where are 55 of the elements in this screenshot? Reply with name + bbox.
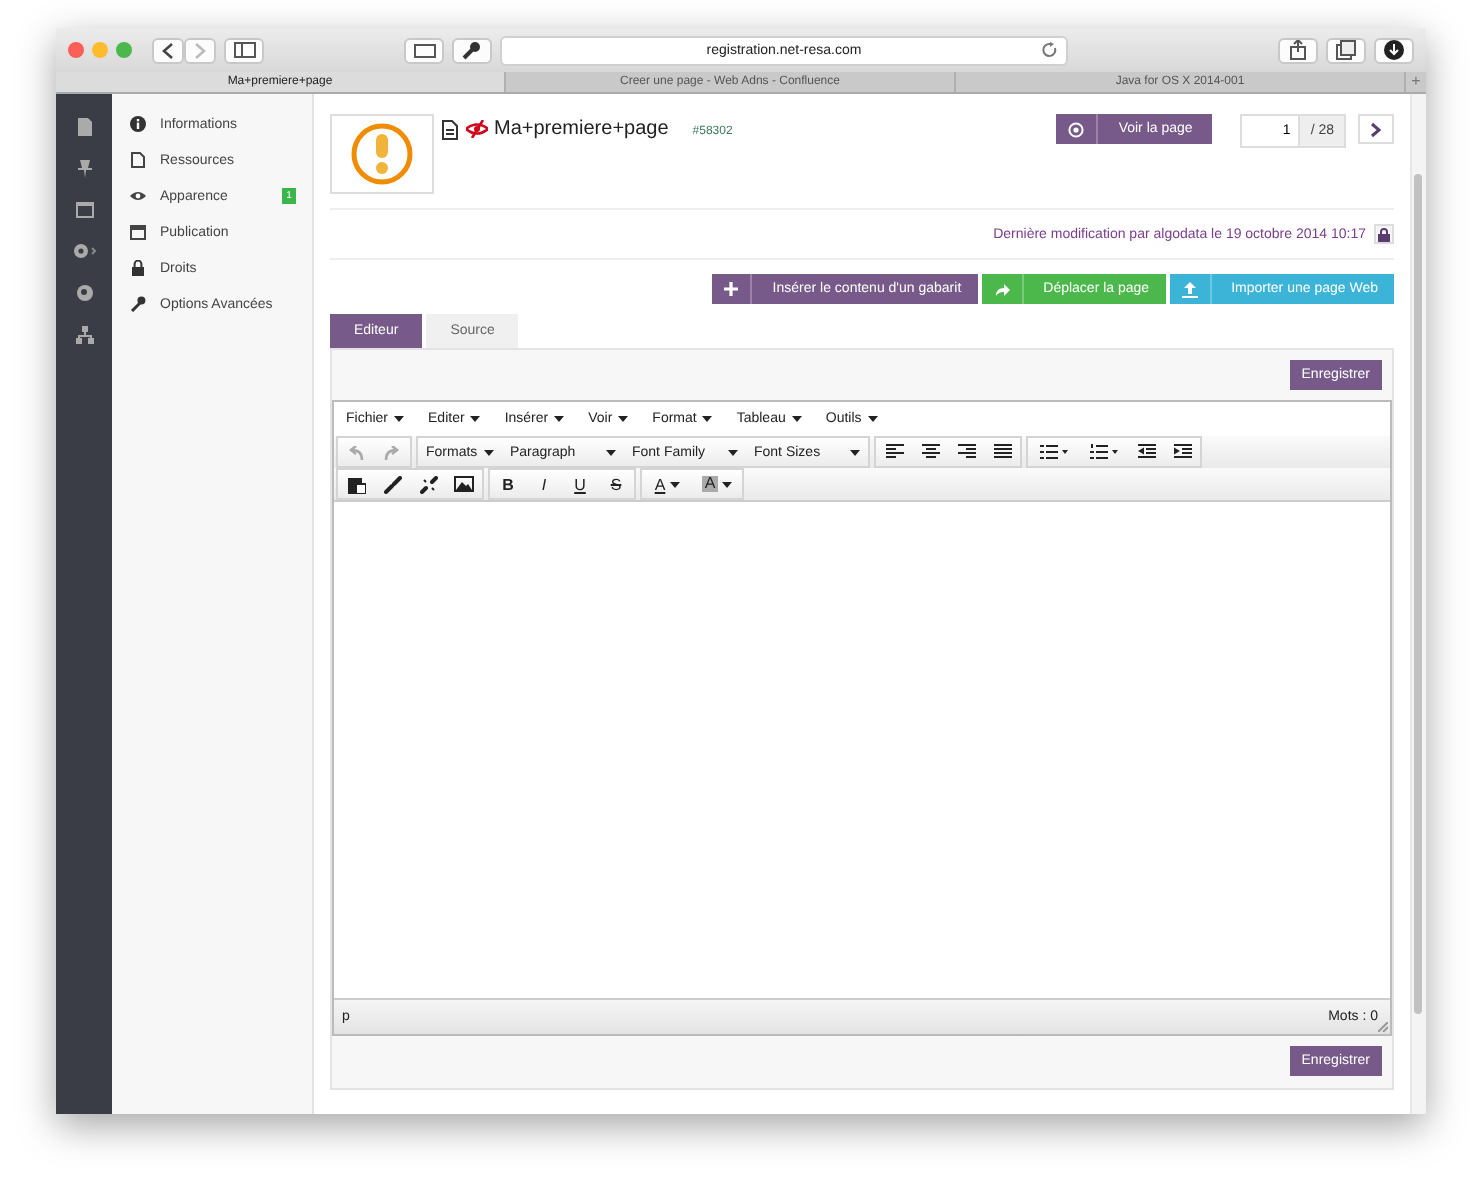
plus-icon <box>724 282 739 296</box>
pin-icon[interactable] <box>77 160 91 178</box>
sitemap-icon[interactable] <box>75 326 93 344</box>
info-icon <box>130 116 146 132</box>
warning-icon <box>350 122 414 186</box>
chevron-right-icon <box>192 41 208 59</box>
text-color-button[interactable]: A <box>642 470 692 498</box>
gear-icon[interactable] <box>72 242 96 260</box>
tabs-icon[interactable] <box>1326 37 1366 63</box>
caret-icon <box>702 416 713 422</box>
lock-icon <box>1378 227 1390 241</box>
wrench-icon[interactable] <box>452 37 492 63</box>
next-page-button[interactable] <box>1358 114 1394 144</box>
italic-button[interactable]: I <box>526 470 562 498</box>
eye-icon <box>130 188 146 204</box>
back-button[interactable] <box>152 37 184 63</box>
resize-handle[interactable] <box>1378 1022 1388 1032</box>
chevron-right-icon <box>1370 121 1382 137</box>
keyboard-icon[interactable] <box>404 37 444 63</box>
document-icon <box>442 120 458 140</box>
upload-icon <box>1181 281 1198 297</box>
document-icon[interactable] <box>77 118 91 136</box>
page-title: Ma+premiere+page <box>494 118 669 140</box>
globe-icon[interactable] <box>75 284 93 302</box>
file-icon <box>130 152 146 168</box>
calendar-icon <box>130 224 146 240</box>
caret-icon <box>721 481 732 487</box>
share-icon[interactable] <box>1278 37 1318 63</box>
caret-icon <box>554 416 565 422</box>
caret-icon <box>484 449 494 455</box>
hidden-eye-icon <box>466 120 488 138</box>
eye-icon <box>1068 121 1085 137</box>
chevron-left-icon <box>160 41 176 59</box>
underline-button[interactable]: U <box>562 470 598 498</box>
bold-button[interactable]: B <box>490 470 526 498</box>
lock-button[interactable] <box>1374 224 1394 244</box>
caret-icon <box>728 449 738 455</box>
wrench-icon <box>130 296 146 312</box>
caret-icon <box>606 449 616 455</box>
caret-icon <box>394 416 405 422</box>
lock-icon <box>130 260 146 276</box>
caret-icon <box>669 481 680 487</box>
sidebar-toggle-icon[interactable] <box>224 37 264 63</box>
window-icon[interactable] <box>75 202 93 218</box>
strikethrough-button[interactable]: S <box>598 470 634 498</box>
caret-icon <box>850 449 860 455</box>
scrollbar[interactable] <box>1410 94 1426 1114</box>
caret-icon <box>470 416 481 422</box>
download-icon[interactable] <box>1374 37 1414 63</box>
caret-icon <box>867 416 878 422</box>
caret-icon <box>791 416 802 422</box>
caret-icon <box>618 416 629 422</box>
background-color-button[interactable]: A <box>692 470 742 498</box>
reload-icon[interactable] <box>1042 41 1058 57</box>
share-arrow-icon <box>993 282 1010 296</box>
